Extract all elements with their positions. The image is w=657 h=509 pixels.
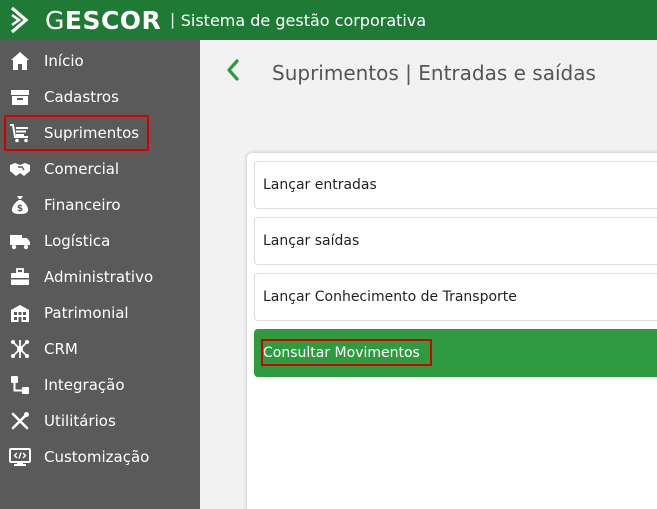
building-icon: [9, 302, 31, 324]
svg-text:$: $: [17, 204, 23, 214]
sidebar-item-label: Integração: [44, 376, 125, 394]
sidebar-item-label: Comercial: [44, 160, 120, 178]
sidebar-item-cadastros[interactable]: Cadastros: [0, 79, 200, 115]
sidebar-item-logistica[interactable]: Logística: [0, 223, 200, 259]
archive-box-icon: [9, 86, 31, 108]
handshake-icon: [9, 158, 31, 180]
sidebar-item-comercial[interactable]: Comercial: [0, 151, 200, 187]
network-icon: [9, 338, 31, 360]
chevron-left-icon: [226, 58, 240, 86]
sidebar-item-label: Customização: [44, 448, 150, 466]
selected-item-highlight: [4, 115, 149, 151]
briefcase-icon: [9, 266, 31, 288]
sidebar-item-integracao[interactable]: Integração: [0, 367, 200, 403]
option-label: Lançar Conhecimento de Transporte: [263, 289, 517, 305]
back-button[interactable]: [221, 58, 245, 86]
page-title: Suprimentos | Entradas e saídas: [272, 61, 596, 85]
sidebar-item-label: Início: [44, 52, 84, 70]
sidebar-item-label: Financeiro: [44, 196, 121, 214]
option-lancar-conhecimento-transporte[interactable]: Lançar Conhecimento de Transporte: [254, 273, 657, 321]
sidebar-item-patrimonial[interactable]: Patrimonial: [0, 295, 200, 331]
sidebar-item-crm[interactable]: CRM: [0, 331, 200, 367]
code-monitor-icon: [9, 446, 31, 468]
sidebar-item-label: Utilitários: [44, 412, 116, 430]
money-bag-icon: $: [9, 194, 31, 216]
sidebar-item-label: Administrativo: [44, 268, 154, 286]
brand-subtitle: Sistema de gestão corporativa: [180, 10, 427, 30]
truck-icon: [9, 230, 31, 252]
sidebar-item-label: Logística: [44, 232, 111, 250]
sidebar-item-customizacao[interactable]: Customização: [0, 439, 200, 475]
option-label: Lançar entradas: [263, 177, 377, 193]
sidebar-item-financeiro[interactable]: $ Financeiro: [0, 187, 200, 223]
sidebar: Início Cadastros Suprimentos Comercial $…: [0, 40, 200, 509]
option-highlight: [261, 339, 432, 366]
brand-separator: |: [170, 10, 175, 29]
tools-icon: [9, 410, 31, 432]
main-content: Suprimentos | Entradas e saídas Lançar e…: [200, 40, 657, 509]
brand-name: GESCOR: [45, 5, 162, 35]
integration-icon: [9, 374, 31, 396]
sidebar-item-utilitarios[interactable]: Utilitários: [0, 403, 200, 439]
sidebar-item-administrativo[interactable]: Administrativo: [0, 259, 200, 295]
gescor-logo-icon: [9, 6, 31, 34]
top-bar: GESCOR | Sistema de gestão corporativa: [0, 0, 657, 40]
sidebar-item-label: CRM: [44, 340, 78, 358]
sidebar-item-inicio[interactable]: Início: [0, 43, 200, 79]
option-label: Lançar saídas: [263, 233, 360, 249]
option-lancar-saidas[interactable]: Lançar saídas: [254, 217, 657, 265]
sidebar-item-label: Patrimonial: [44, 304, 129, 322]
option-lancar-entradas[interactable]: Lançar entradas: [254, 161, 657, 209]
sidebar-item-label: Cadastros: [44, 88, 119, 106]
home-icon: [9, 50, 31, 72]
